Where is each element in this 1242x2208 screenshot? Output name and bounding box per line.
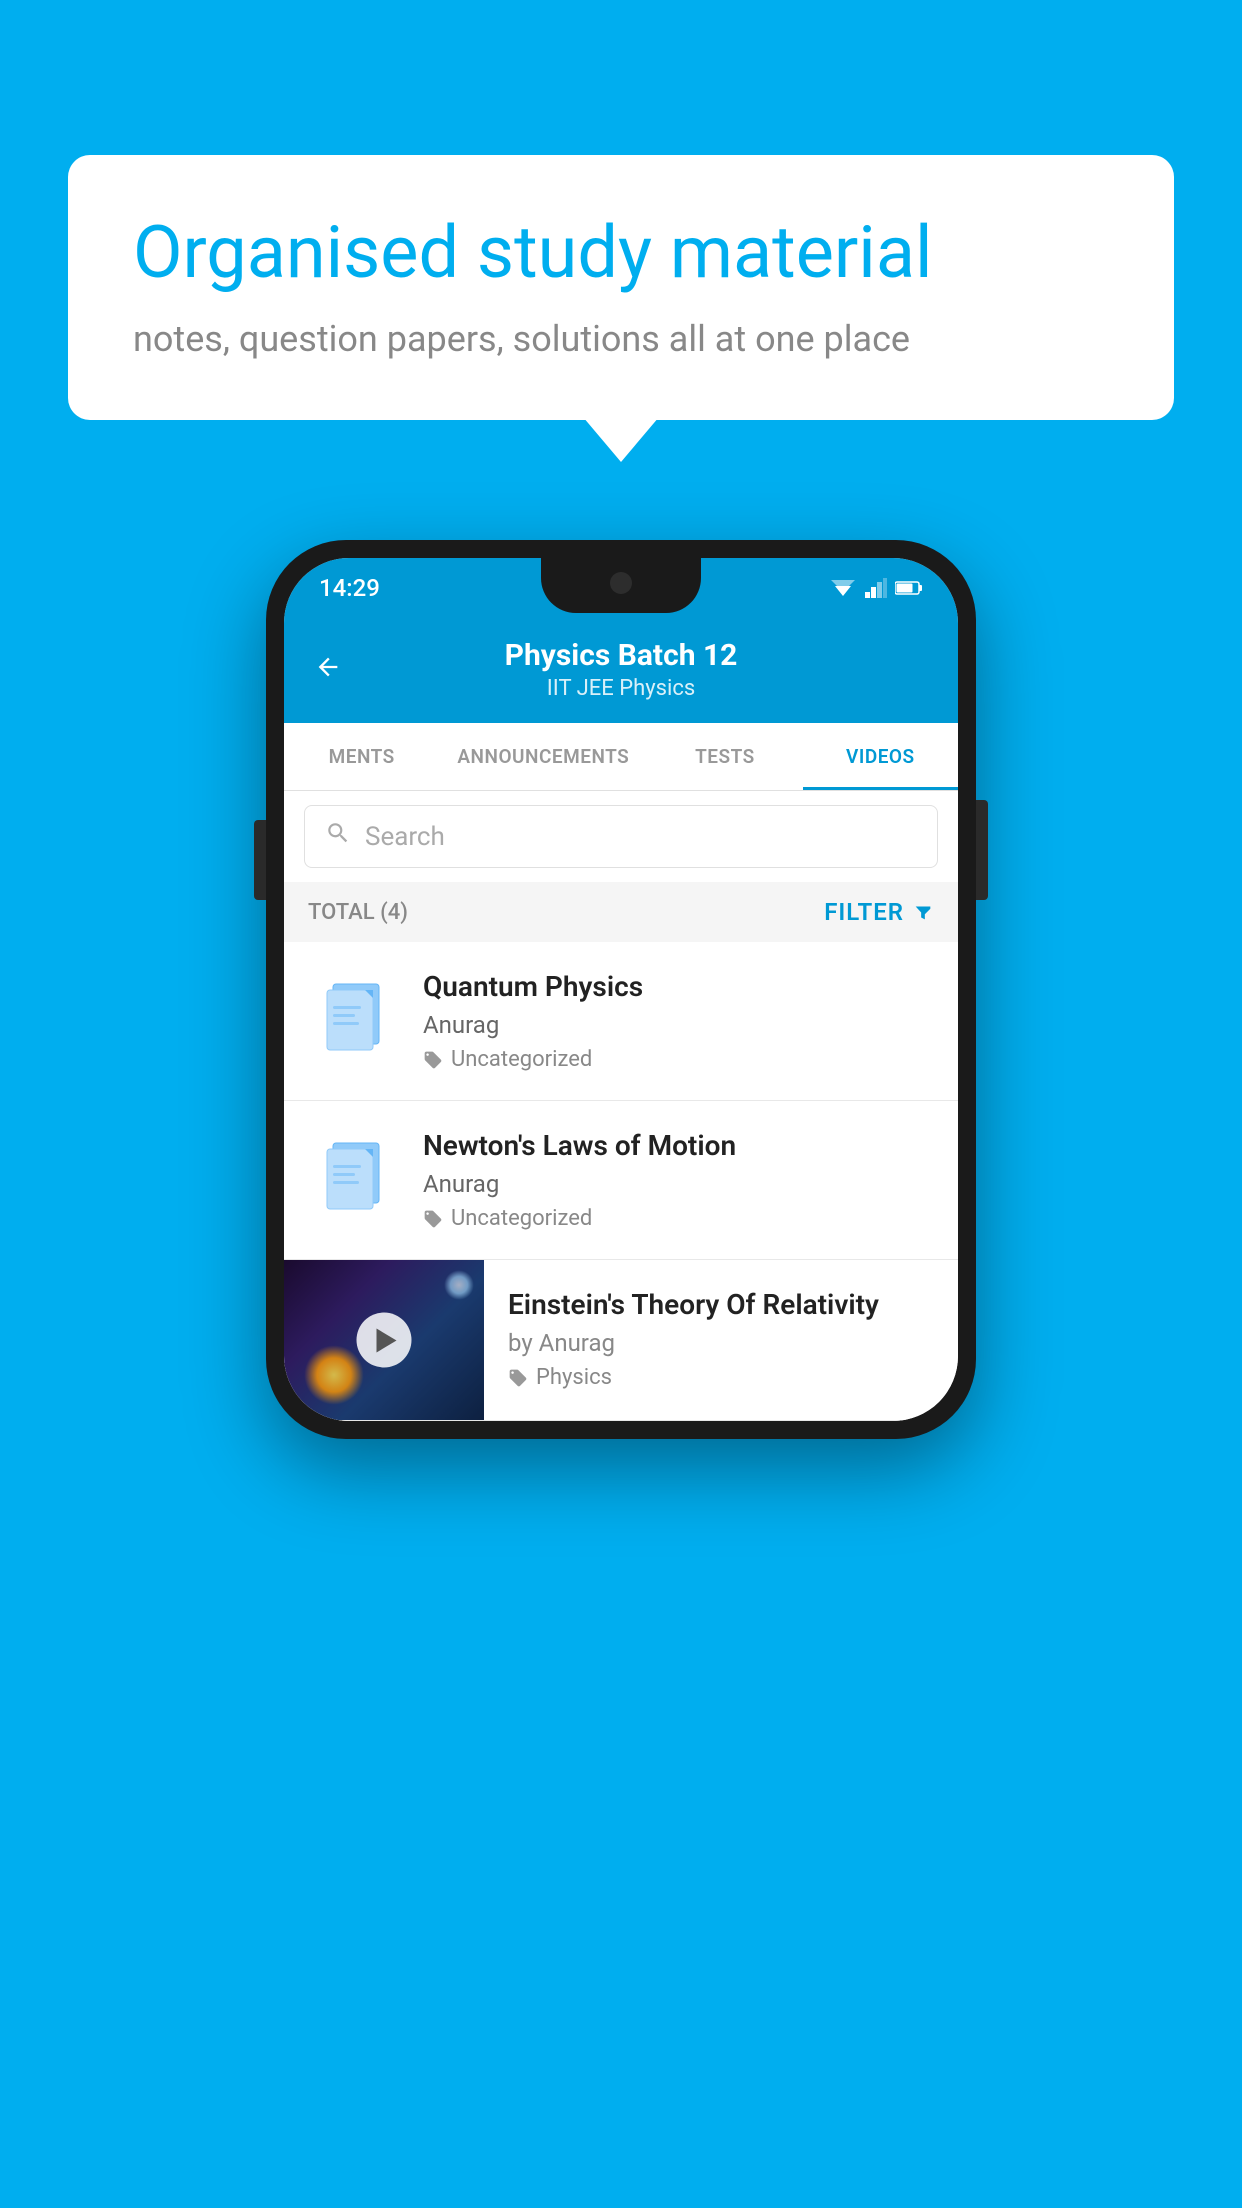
video-author-3: by Anurag (508, 1329, 934, 1357)
signal-icon (865, 578, 887, 598)
tag-icon (508, 1368, 528, 1388)
video-tag-1: Uncategorized (423, 1047, 934, 1072)
tag-text-1: Uncategorized (451, 1047, 592, 1072)
video-title-3: Einstein's Theory Of Relativity (508, 1288, 934, 1321)
list-item[interactable]: Einstein's Theory Of Relativity by Anura… (284, 1260, 958, 1421)
list-item[interactable]: Quantum Physics Anurag Uncategorized (284, 942, 958, 1101)
file-thumbnail-1 (308, 970, 403, 1065)
status-time: 14:29 (319, 574, 380, 602)
back-button[interactable] (314, 651, 342, 689)
tag-text-3: Physics (536, 1365, 612, 1390)
file-thumbnail-2 (308, 1129, 403, 1224)
tab-videos[interactable]: VIDEOS (803, 723, 958, 790)
search-input-placeholder: Search (365, 822, 445, 852)
video-info-1: Quantum Physics Anurag Uncategorized (423, 970, 934, 1072)
tab-tests[interactable]: TESTS (647, 723, 802, 790)
phone-mockup: 14:29 (266, 540, 976, 1439)
speech-bubble-container: Organised study material notes, question… (68, 155, 1174, 420)
notch (541, 558, 701, 613)
tag-icon (423, 1050, 443, 1070)
app-header: Physics Batch 12 IIT JEE Physics (284, 618, 958, 723)
wifi-icon (829, 578, 857, 598)
video-title-2: Newton's Laws of Motion (423, 1129, 934, 1162)
tag-text-2: Uncategorized (451, 1206, 592, 1231)
header-subtitle: IIT JEE Physics (505, 676, 738, 701)
tag-icon (423, 1209, 443, 1229)
bubble-subtitle: notes, question papers, solutions all at… (133, 318, 1109, 360)
video-author-2: Anurag (423, 1170, 934, 1198)
video-info-2: Newton's Laws of Motion Anurag Uncategor… (423, 1129, 934, 1231)
filter-label: FILTER (824, 898, 904, 926)
video-title-1: Quantum Physics (423, 970, 934, 1003)
speech-bubble: Organised study material notes, question… (68, 155, 1174, 420)
video-author-1: Anurag (423, 1011, 934, 1039)
bubble-title: Organised study material (133, 210, 1109, 296)
filter-button[interactable]: FILTER (824, 898, 934, 926)
status-bar: 14:29 (284, 558, 958, 618)
header-title: Physics Batch 12 (505, 638, 738, 673)
search-container: Search (284, 791, 958, 882)
play-triangle-icon (376, 1328, 396, 1352)
status-icons (829, 578, 923, 598)
tab-ments[interactable]: MENTS (284, 723, 439, 790)
file-icon (321, 1137, 391, 1217)
camera-dot (610, 572, 632, 594)
search-icon (325, 820, 351, 853)
filter-bar: TOTAL (4) FILTER (284, 882, 958, 942)
file-icon (321, 978, 391, 1058)
video-tag-2: Uncategorized (423, 1206, 934, 1231)
filter-icon (912, 901, 934, 923)
tabs-bar: MENTS ANNOUNCEMENTS TESTS VIDEOS (284, 723, 958, 791)
tab-announcements[interactable]: ANNOUNCEMENTS (439, 723, 647, 790)
list-item[interactable]: Newton's Laws of Motion Anurag Uncategor… (284, 1101, 958, 1260)
video-list: Quantum Physics Anurag Uncategorized (284, 942, 958, 1421)
header-title-block: Physics Batch 12 IIT JEE Physics (505, 638, 738, 701)
total-count: TOTAL (4) (308, 900, 408, 925)
phone-outer: 14:29 (266, 540, 976, 1439)
phone-screen: 14:29 (284, 558, 958, 1421)
video-thumbnail-3 (284, 1260, 484, 1420)
battery-icon (895, 580, 923, 596)
search-bar[interactable]: Search (304, 805, 938, 868)
video-tag-3: Physics (508, 1365, 934, 1390)
play-button[interactable] (357, 1313, 412, 1368)
video-info-3: Einstein's Theory Of Relativity by Anura… (484, 1260, 958, 1418)
